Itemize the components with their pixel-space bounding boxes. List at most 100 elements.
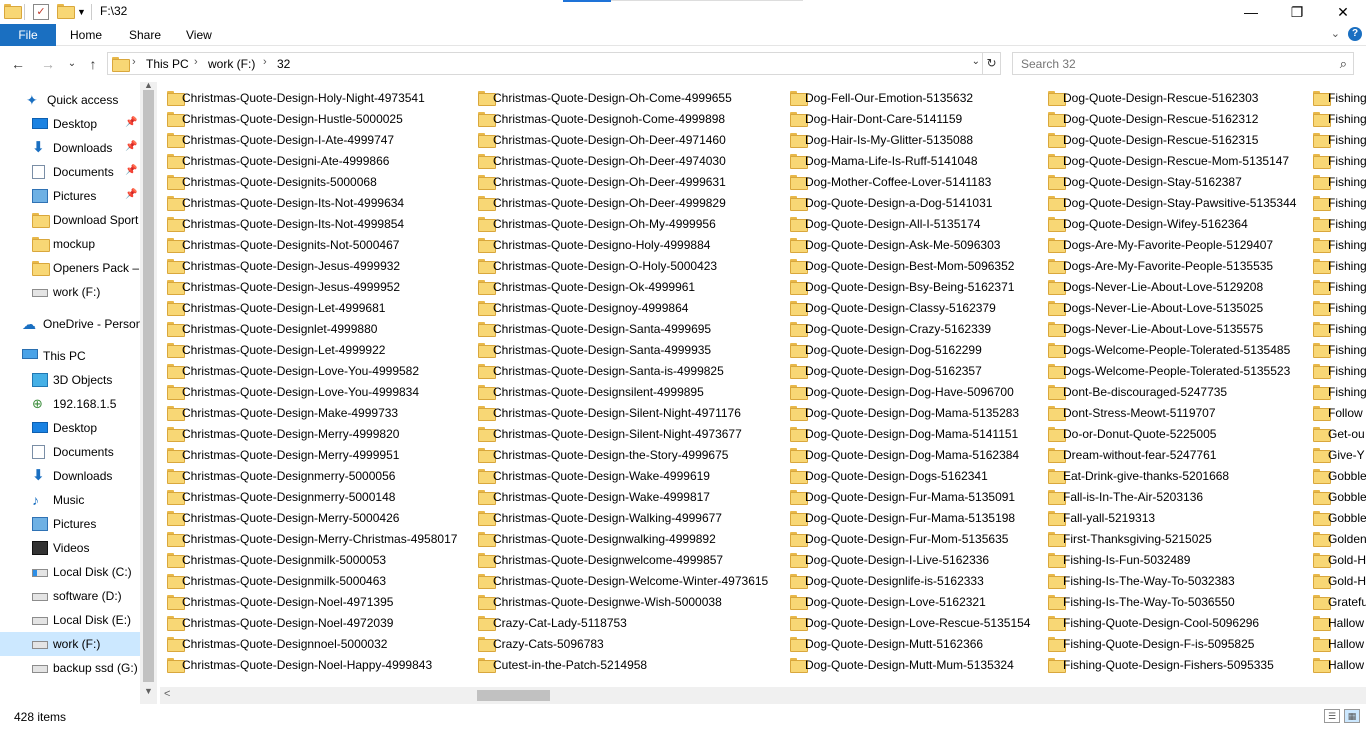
folder-item[interactable]: Christmas-Quote-Designi-Ate-4999866: [160, 150, 465, 171]
sidebar-item[interactable]: work (F:): [0, 280, 140, 304]
folder-item[interactable]: Christmas-Quote-Design-Oh-Deer-4971460: [471, 129, 776, 150]
folder-item[interactable]: Christmas-Quote-Design-I-Ate-4999747: [160, 129, 465, 150]
folder-item[interactable]: Dog-Quote-Design-Wifey-5162364: [1041, 213, 1300, 234]
folder-item[interactable]: Fishing-Is-Fun-5032489: [1041, 549, 1300, 570]
folder-item[interactable]: Christmas-Quote-Designnoel-5000032: [160, 633, 465, 654]
folder-item[interactable]: Dog-Quote-Designlife-is-5162333: [783, 570, 1035, 591]
horizontal-scrollbar[interactable]: <: [160, 687, 1366, 704]
folder-item[interactable]: Christmas-Quote-Design-Merry-4999820: [160, 423, 465, 444]
folder-item[interactable]: Christmas-Quote-Design-Santa-4999695: [471, 318, 776, 339]
folder-item[interactable]: Dog-Quote-Design-Ask-Me-5096303: [783, 234, 1035, 255]
folder-item[interactable]: Christmas-Quote-Designmilk-5000053: [160, 549, 465, 570]
folder-item[interactable]: Dog-Quote-Design-Rescue-5162315: [1041, 129, 1300, 150]
folder-item[interactable]: Christmas-Quote-Design-Noel-4971395: [160, 591, 465, 612]
folder-item[interactable]: Fishing: [1306, 255, 1366, 276]
folder-item[interactable]: Fishing: [1306, 171, 1366, 192]
folder-item[interactable]: Fishing: [1306, 192, 1366, 213]
folder-item[interactable]: Dog-Quote-Design-Rescue-5162312: [1041, 108, 1300, 129]
folder-item[interactable]: Dream-without-fear-5247761: [1041, 444, 1300, 465]
scroll-left-icon[interactable]: <: [164, 688, 170, 700]
folder-item[interactable]: Christmas-Quote-Design-Its-Not-4999854: [160, 213, 465, 234]
folder-item[interactable]: Dogs-Never-Lie-About-Love-5135025: [1041, 297, 1300, 318]
folder-item[interactable]: Gobble: [1306, 465, 1366, 486]
folder-item[interactable]: Fishing-Is-The-Way-To-5036550: [1041, 591, 1300, 612]
folder-item[interactable]: Fishing: [1306, 108, 1366, 129]
folder-item[interactable]: Fishing: [1306, 234, 1366, 255]
sidebar-item[interactable]: Openers Pack – V: [0, 256, 140, 280]
folder-item[interactable]: Gold-H: [1306, 549, 1366, 570]
breadcrumb-work-drive[interactable]: work (F:): [208, 57, 255, 71]
folder-item[interactable]: Christmas-Quote-Design-Noel-Happy-499984…: [160, 654, 465, 675]
breadcrumb-32[interactable]: 32: [277, 57, 290, 71]
sidebar-item[interactable]: ✦ Quick access: [0, 88, 140, 112]
sidebar-scroll-thumb[interactable]: [143, 90, 154, 682]
folder-item[interactable]: Hallow: [1306, 612, 1366, 633]
folder-item[interactable]: Dog-Quote-Design-Best-Mom-5096352: [783, 255, 1035, 276]
folder-item[interactable]: Christmas-Quote-Designwelcome-4999857: [471, 549, 776, 570]
folder-item[interactable]: Dogs-Welcome-People-Tolerated-5135485: [1041, 339, 1300, 360]
folder-item[interactable]: Dogs-Are-My-Favorite-People-5129407: [1041, 234, 1300, 255]
sidebar-item[interactable]: 3D Objects: [0, 368, 140, 392]
folder-item[interactable]: Christmas-Quote-Design-Oh-Come-4999655: [471, 87, 776, 108]
folder-item[interactable]: Crazy-Cats-5096783: [471, 633, 776, 654]
sidebar-item[interactable]: ⊕ 192.168.1.5: [0, 392, 140, 416]
sidebar-item[interactable]: This PC: [0, 344, 140, 368]
large-icons-view-icon[interactable]: ▦: [1344, 709, 1360, 723]
folder-item[interactable]: Fishing: [1306, 276, 1366, 297]
folder-item[interactable]: Christmas-Quote-Design-Wake-4999619: [471, 465, 776, 486]
folder-item[interactable]: Dog-Quote-Design-Dogs-5162341: [783, 465, 1035, 486]
folder-item[interactable]: Dog-Quote-Design-Love-Rescue-5135154: [783, 612, 1035, 633]
breadcrumb-separator[interactable]: ›: [263, 56, 267, 68]
search-icon[interactable]: ⌕: [1340, 56, 1347, 72]
folder-item[interactable]: Dog-Quote-Design-I-Live-5162336: [783, 549, 1035, 570]
sidebar-item[interactable]: ⬇ Downloads: [0, 464, 140, 488]
folder-item[interactable]: Christmas-Quote-Design-Let-4999681: [160, 297, 465, 318]
folder-item[interactable]: Get-ou: [1306, 423, 1366, 444]
folder-item[interactable]: Dog-Quote-Design-a-Dog-5141031: [783, 192, 1035, 213]
folder-item[interactable]: Dog-Hair-Is-My-Glitter-5135088: [783, 129, 1035, 150]
folder-item[interactable]: Eat-Drink-give-thanks-5201668: [1041, 465, 1300, 486]
folder-item[interactable]: Christmas-Quote-Design-Oh-Deer-4999829: [471, 192, 776, 213]
folder-item[interactable]: Christmas-Quote-Design-Love-You-4999582: [160, 360, 465, 381]
sidebar-item[interactable]: Download Sport: [0, 208, 140, 232]
pin-icon[interactable]: 📌: [125, 141, 137, 152]
pin-icon[interactable]: 📌: [125, 165, 137, 176]
folder-item[interactable]: Dog-Quote-Design-Love-5162321: [783, 591, 1035, 612]
folder-item[interactable]: Fishing: [1306, 360, 1366, 381]
sidebar-item[interactable]: Local Disk (C:): [0, 560, 140, 584]
folder-item[interactable]: Fishing: [1306, 297, 1366, 318]
folder-item[interactable]: Hallow: [1306, 633, 1366, 654]
sidebar-item[interactable]: ♪ Music: [0, 488, 140, 512]
folder-item[interactable]: Fishing: [1306, 213, 1366, 234]
folder-item[interactable]: Fishing: [1306, 87, 1366, 108]
sidebar-item[interactable]: software (D:): [0, 584, 140, 608]
folder-item[interactable]: Christmas-Quote-Design-the-Story-4999675: [471, 444, 776, 465]
folder-item[interactable]: Dogs-Never-Lie-About-Love-5135575: [1041, 318, 1300, 339]
new-folder-icon[interactable]: [57, 4, 75, 20]
folder-item[interactable]: Fishing: [1306, 318, 1366, 339]
sidebar-item[interactable]: Desktop: [0, 416, 140, 440]
back-button[interactable]: ←: [8, 54, 28, 74]
folder-item[interactable]: Crazy-Cat-Lady-5118753: [471, 612, 776, 633]
folder-item[interactable]: Dog-Quote-Design-Fur-Mama-5135198: [783, 507, 1035, 528]
horizontal-scroll-thumb[interactable]: [477, 690, 550, 701]
folder-item[interactable]: Christmas-Quote-Design-Hustle-5000025: [160, 108, 465, 129]
folder-item[interactable]: Christmas-Quote-Design-Holy-Night-497354…: [160, 87, 465, 108]
folder-item[interactable]: Fishing-Quote-Design-F-is-5095825: [1041, 633, 1300, 654]
folder-item[interactable]: Christmas-Quote-Design-Its-Not-4999634: [160, 192, 465, 213]
folder-item[interactable]: Dog-Quote-Design-Dog-Have-5096700: [783, 381, 1035, 402]
folder-item[interactable]: Give-Y: [1306, 444, 1366, 465]
folder-item[interactable]: Christmas-Quote-Designo-Holy-4999884: [471, 234, 776, 255]
breadcrumb-this-pc[interactable]: This PC: [146, 57, 189, 71]
folder-item[interactable]: Christmas-Quote-Design-Silent-Night-4971…: [471, 402, 776, 423]
folder-item[interactable]: Christmas-Quote-Design-Silent-Night-4973…: [471, 423, 776, 444]
folder-item[interactable]: Dog-Quote-Design-Mutt-5162366: [783, 633, 1035, 654]
folder-item[interactable]: Christmas-Quote-Design-Merry-5000426: [160, 507, 465, 528]
folder-item[interactable]: Christmas-Quote-Design-Santa-is-4999825: [471, 360, 776, 381]
folder-item[interactable]: Christmas-Quote-Design-Make-4999733: [160, 402, 465, 423]
folder-item[interactable]: Fishing: [1306, 339, 1366, 360]
folder-item[interactable]: Dog-Quote-Design-Stay-Pawsitive-5135344: [1041, 192, 1300, 213]
sidebar-item[interactable]: work (F:): [0, 632, 140, 656]
address-bar[interactable]: › This PC › work (F:) › 32 ⌄: [107, 52, 983, 75]
tab-share[interactable]: Share: [117, 24, 173, 46]
